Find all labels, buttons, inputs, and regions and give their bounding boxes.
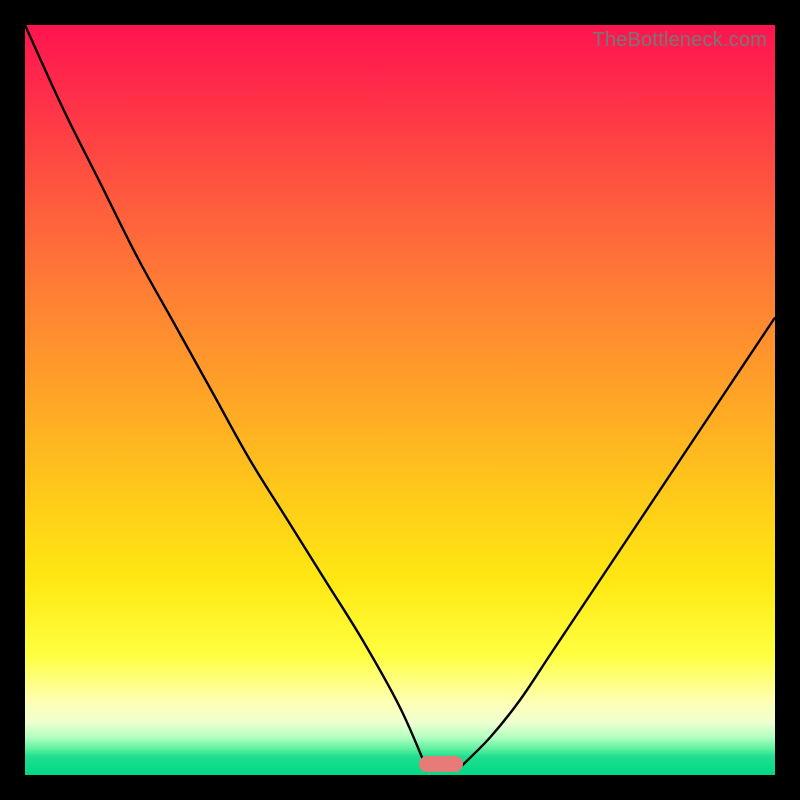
- curve-left-branch: [25, 25, 426, 768]
- optimal-match-marker: [419, 756, 463, 772]
- chart-plot-area: TheBottleneck.com: [25, 25, 775, 775]
- bottleneck-curve: [25, 25, 775, 775]
- curve-right-branch: [460, 318, 775, 768]
